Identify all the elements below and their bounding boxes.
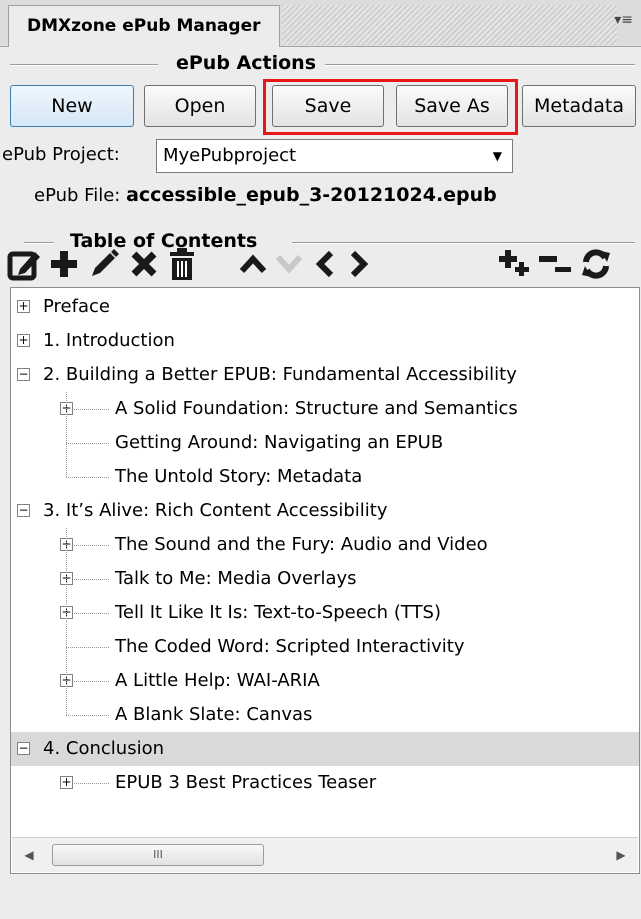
toc-item-label: Tell It Like It Is: Text-to-Speech (TTS)	[115, 602, 441, 623]
pencil-icon[interactable]	[84, 244, 124, 284]
toc-item-label: The Untold Story: Metadata	[115, 466, 363, 487]
toc-item-label: 3. It’s Alive: Rich Content Accessibilit…	[43, 500, 388, 521]
expand-icon[interactable]: +	[17, 334, 30, 347]
toc-item-label: Getting Around: Navigating an EPUB	[115, 432, 444, 453]
collapse-icon[interactable]: −	[17, 742, 30, 755]
toc-item-label: The Coded Word: Scripted Interactivity	[115, 636, 465, 657]
new-button[interactable]: New	[10, 85, 134, 127]
toc-item[interactable]: +1. Introduction	[11, 324, 639, 358]
collapse-all-icon[interactable]	[536, 244, 576, 284]
outdent-icon[interactable]	[310, 244, 340, 284]
tree-connector	[66, 715, 109, 716]
tree-connector	[66, 647, 109, 648]
toc-item[interactable]: + Preface	[11, 290, 639, 324]
toc-item-label: EPUB 3 Best Practices Teaser	[115, 772, 377, 793]
toc-item-label: 2. Building a Better EPUB: Fundamental A…	[43, 364, 517, 385]
highlight-annotation	[263, 79, 518, 135]
indent-icon[interactable]	[344, 244, 374, 284]
panel-menu-icon[interactable]: ▾≡	[614, 12, 633, 28]
scroll-right-icon[interactable]: ▶	[604, 838, 638, 872]
tree-connector	[66, 477, 109, 478]
expand-icon[interactable]: +	[17, 300, 30, 313]
project-select-value: MyePubproject	[163, 145, 297, 166]
expand-all-icon[interactable]	[496, 244, 536, 284]
toc-item-label: Preface	[43, 296, 110, 317]
project-select[interactable]: MyePubproject ▼	[156, 139, 513, 173]
move-up-icon[interactable]	[236, 244, 270, 284]
expand-icon[interactable]: +	[60, 776, 73, 789]
open-button[interactable]: Open	[144, 85, 256, 127]
trash-icon[interactable]	[162, 244, 202, 284]
project-label: ePub Project:	[2, 144, 120, 165]
delete-icon[interactable]	[124, 244, 164, 284]
scrollbar-thumb[interactable]: III	[52, 844, 264, 866]
toc-item[interactable]: −2. Building a Better EPUB: Fundamental …	[11, 358, 639, 392]
metadata-button[interactable]: Metadata	[522, 85, 636, 127]
scroll-left-icon[interactable]: ◀	[12, 838, 46, 872]
toc-item[interactable]: + Tell It Like It Is: Text-to-Speech (TTS…	[11, 596, 639, 630]
edit-icon[interactable]	[4, 244, 44, 284]
toc-item[interactable]: The Untold Story: Metadata	[11, 460, 639, 494]
toc-item-label: A Little Help: WAI-ARIA	[115, 670, 320, 691]
epub-file-row: ePub File: accessible_epub_3-20121024.ep…	[34, 184, 497, 206]
tree-connector	[66, 443, 109, 444]
toc-toolbar	[7, 244, 635, 284]
actions-heading: ePub Actions	[10, 52, 635, 78]
toc-item-label: 4. Conclusion	[43, 738, 164, 759]
tree-connector	[66, 392, 67, 477]
toc-item[interactable]: −3. It’s Alive: Rich Content Accessibili…	[11, 494, 639, 528]
refresh-icon[interactable]	[576, 244, 616, 284]
panel-tab-bar: DMXzone ePub Manager ▾≡	[0, 0, 641, 47]
epub-file-label: ePub File:	[34, 185, 121, 206]
actions-heading-label: ePub Actions	[176, 52, 317, 74]
toc-item[interactable]: + Talk to Me: Media Overlays	[11, 562, 639, 596]
toc-item-label: A Blank Slate: Canvas	[115, 704, 313, 725]
toc-item[interactable]: + A Solid Foundation: Structure and Seman…	[11, 392, 639, 426]
toc-item-label: A Solid Foundation: Structure and Semant…	[115, 398, 518, 419]
toc-item[interactable]: A Blank Slate: Canvas	[11, 698, 639, 732]
move-down-icon	[272, 244, 306, 284]
epub-file-value: accessible_epub_3-20121024.epub	[126, 184, 497, 206]
tab-bar-filler	[282, 5, 617, 45]
toc-item-label: The Sound and the Fury: Audio and Video	[115, 534, 488, 555]
toc-item[interactable]: Getting Around: Navigating an EPUB	[11, 426, 639, 460]
toc-item[interactable]: The Coded Word: Scripted Interactivity	[11, 630, 639, 664]
collapse-icon[interactable]: −	[17, 504, 30, 517]
toc-item[interactable]: + The Sound and the Fury: Audio and Video	[11, 528, 639, 562]
toc-item[interactable]: + EPUB 3 Best Practices Teaser	[11, 766, 639, 800]
toc-tree[interactable]: + Preface +1. Introduction −2. Building a B…	[10, 287, 640, 874]
panel-tab[interactable]: DMXzone ePub Manager	[8, 5, 280, 47]
chevron-down-icon: ▼	[492, 149, 502, 163]
toc-item-label: 1. Introduction	[43, 330, 175, 351]
toc-item[interactable]: + A Little Help: WAI-ARIA	[11, 664, 639, 698]
add-icon[interactable]	[44, 244, 84, 284]
horizontal-scrollbar[interactable]: ◀ III ▶	[12, 837, 638, 872]
toc-item[interactable]: −4. Conclusion	[11, 732, 639, 766]
toc-item-label: Talk to Me: Media Overlays	[115, 568, 357, 589]
tree-connector	[66, 528, 67, 715]
collapse-icon[interactable]: −	[17, 368, 30, 381]
